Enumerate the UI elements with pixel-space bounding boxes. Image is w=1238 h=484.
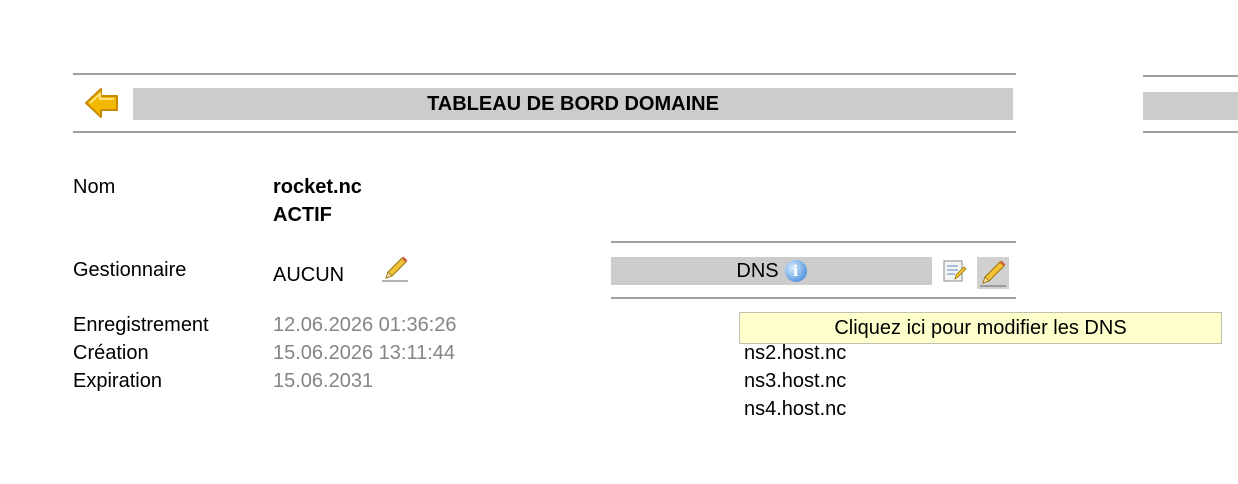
registration-label: Enregistrement xyxy=(73,314,209,336)
right-panel-bottom-rule xyxy=(1143,131,1238,133)
dns-bottom-rule xyxy=(611,297,1016,299)
expiration-label: Expiration xyxy=(73,370,162,392)
registration-date: 12.06.2026 01:36:26 xyxy=(273,314,457,336)
edit-dns-button[interactable] xyxy=(977,257,1009,289)
domain-status: ACTIF xyxy=(273,204,332,226)
dns-notes-button[interactable] xyxy=(941,258,967,284)
info-icon[interactable]: i xyxy=(784,260,807,282)
header-bottom-rule xyxy=(73,131,1016,133)
notepad-icon xyxy=(943,260,967,282)
creation-label: Création xyxy=(73,342,149,364)
dns-server-item: ns3.host.nc xyxy=(744,370,847,392)
dns-top-rule xyxy=(611,241,1016,243)
dns-server-item: ns2.host.nc xyxy=(744,342,847,364)
manager-value: AUCUN xyxy=(273,264,345,286)
pencil-icon xyxy=(980,260,1006,287)
right-panel-top-rule xyxy=(1143,75,1238,77)
dns-title: DNS xyxy=(736,259,779,282)
back-arrow-icon xyxy=(85,88,118,118)
creation-date: 15.06.2026 13:11:44 xyxy=(273,342,456,364)
expiration-date: 15.06.2031 xyxy=(273,370,374,392)
header-top-rule xyxy=(73,73,1016,75)
dns-server-item: ns4.host.nc xyxy=(744,398,847,420)
page-title: TABLEAU DE BORD DOMAINE xyxy=(427,92,719,115)
domain-name: rocket.nc xyxy=(273,176,362,198)
manager-label: Gestionnaire xyxy=(73,259,187,281)
back-button[interactable] xyxy=(84,86,120,120)
edit-dns-tooltip: Cliquez ici pour modifier les DNS xyxy=(739,312,1222,344)
dns-header-bar: DNS i xyxy=(611,257,932,285)
edit-manager-button[interactable] xyxy=(380,254,410,284)
pencil-icon xyxy=(382,256,408,282)
right-panel-bar xyxy=(1143,92,1238,120)
page-title-bar: TABLEAU DE BORD DOMAINE xyxy=(133,88,1013,120)
name-label: Nom xyxy=(73,176,116,198)
